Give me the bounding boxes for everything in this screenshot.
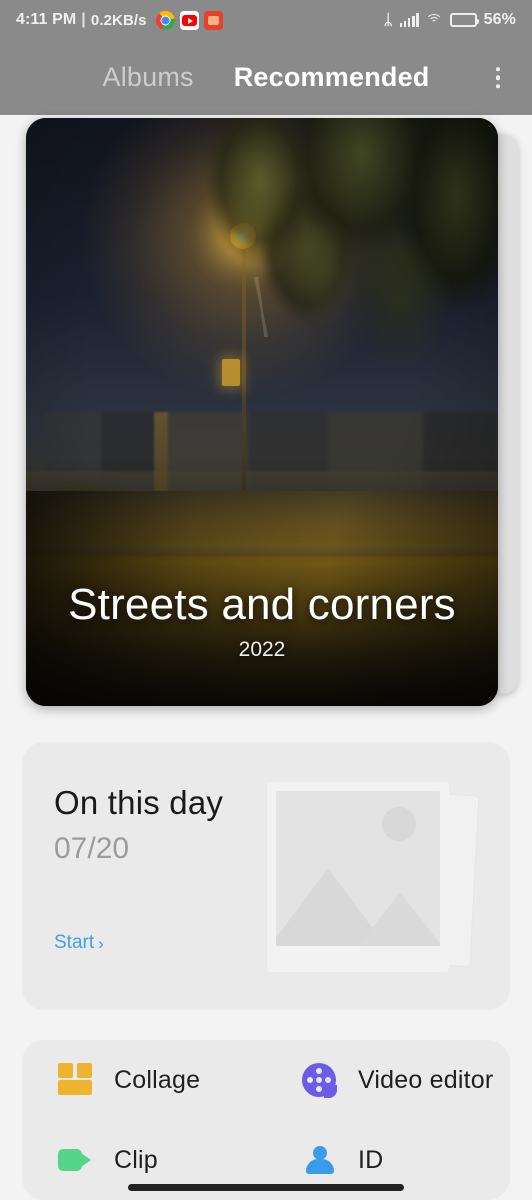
network-speed: 0.2KB/s: [90, 11, 147, 29]
home-gesture-bar[interactable]: [128, 1184, 404, 1191]
video-camera-icon: [58, 1143, 92, 1177]
photo-stack-placeholder-icon: [259, 766, 479, 986]
film-reel-icon: [302, 1063, 337, 1098]
status-time: 4:11 PM: [16, 11, 77, 28]
tool-video-editor[interactable]: Video editor: [266, 1040, 510, 1120]
tool-id-label: ID: [358, 1145, 384, 1174]
tools-card: Collage Video editor Clip ID: [22, 1040, 510, 1200]
collage-icon: [58, 1063, 92, 1097]
album-caption: Streets and corners 2022: [26, 579, 498, 662]
photo-placeholder-front: [267, 782, 449, 972]
tab-bar: Albums Recommended: [0, 40, 532, 115]
tool-collage[interactable]: Collage: [22, 1040, 266, 1120]
album-carousel: Streets and corners 2022: [0, 118, 532, 708]
signal-bars-icon: [399, 13, 419, 27]
red-app-icon: [203, 10, 223, 30]
album-title: Streets and corners: [68, 579, 456, 629]
photo-placeholder-image: [276, 791, 440, 946]
chevron-right-icon: ›: [98, 933, 104, 953]
overflow-menu-icon[interactable]: [490, 61, 507, 95]
tool-collage-label: Collage: [114, 1065, 201, 1094]
wifi-icon: [425, 13, 443, 27]
tools-row-1: Collage Video editor: [22, 1040, 510, 1120]
status-separator: |: [81, 11, 86, 28]
on-this-day-start-link[interactable]: Start ›: [54, 932, 104, 954]
mountain-secondary-icon: [358, 892, 440, 946]
album-card-streets-and-corners[interactable]: Streets and corners 2022: [26, 118, 498, 706]
battery-percent-label: 56%: [483, 11, 516, 28]
status-bar-right: ᛦ 56%: [384, 11, 516, 29]
start-label: Start: [54, 932, 95, 953]
on-this-day-date: 07/20: [54, 832, 130, 865]
album-year: 2022: [238, 638, 286, 661]
status-bar-left: 4:11 PM | 0.2KB/s: [16, 10, 223, 30]
battery-icon: [449, 13, 479, 27]
tab-albums[interactable]: Albums: [103, 62, 194, 93]
person-icon: [302, 1143, 336, 1177]
youtube-icon: [179, 10, 199, 30]
tool-video-editor-label: Video editor: [358, 1065, 494, 1094]
bluetooth-icon: ᛦ: [383, 11, 393, 29]
tool-clip-label: Clip: [114, 1145, 158, 1174]
status-bar: 4:11 PM | 0.2KB/s ᛦ 56%: [0, 0, 532, 40]
on-this-day-card[interactable]: On this day 07/20 Start ›: [22, 742, 510, 1010]
tab-recommended[interactable]: Recommended: [234, 62, 430, 93]
photos-app-screen: 4:11 PM | 0.2KB/s ᛦ 56% Albums Recommend…: [0, 0, 532, 1200]
on-this-day-title: On this day: [54, 784, 224, 821]
chrome-icon: [155, 10, 175, 30]
sun-icon: [382, 807, 416, 841]
notification-icons: [155, 10, 223, 30]
